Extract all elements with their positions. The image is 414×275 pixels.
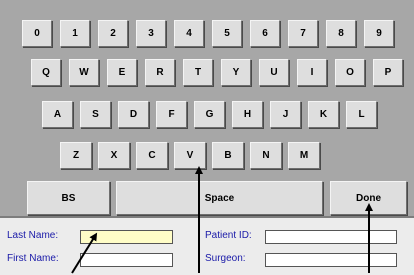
key-y[interactable]: Y — [221, 59, 251, 86]
surgeon-label: Surgeon: — [205, 253, 246, 264]
key-e[interactable]: E — [107, 59, 137, 86]
key-f[interactable]: F — [156, 101, 187, 128]
key-h[interactable]: H — [232, 101, 263, 128]
patient-form: Last Name: First Name: Patient ID: Surge… — [0, 216, 414, 275]
key-6[interactable]: 6 — [250, 20, 280, 47]
first-name-label: First Name: — [7, 253, 59, 264]
key-t[interactable]: T — [183, 59, 213, 86]
key-0[interactable]: 0 — [22, 20, 52, 47]
key-k[interactable]: K — [308, 101, 339, 128]
key-d[interactable]: D — [118, 101, 149, 128]
key-s[interactable]: S — [80, 101, 111, 128]
key-u[interactable]: U — [259, 59, 289, 86]
key-p[interactable]: P — [373, 59, 403, 86]
last-name-label: Last Name: — [7, 230, 59, 241]
key-8[interactable]: 8 — [326, 20, 356, 47]
key-4[interactable]: 4 — [174, 20, 204, 47]
key-5[interactable]: 5 — [212, 20, 242, 47]
surgeon-field[interactable] — [265, 253, 397, 267]
patient-id-field[interactable] — [265, 230, 397, 244]
key-i[interactable]: I — [297, 59, 327, 86]
key-l[interactable]: L — [346, 101, 377, 128]
key-7[interactable]: 7 — [288, 20, 318, 47]
key-j[interactable]: J — [270, 101, 301, 128]
key-b[interactable]: B — [212, 142, 244, 169]
backspace-button[interactable]: BS — [27, 181, 110, 215]
key-r[interactable]: R — [145, 59, 175, 86]
first-name-field[interactable] — [80, 253, 173, 267]
key-c[interactable]: C — [136, 142, 168, 169]
key-3[interactable]: 3 — [136, 20, 166, 47]
key-2[interactable]: 2 — [98, 20, 128, 47]
key-a[interactable]: A — [42, 101, 73, 128]
key-1[interactable]: 1 — [60, 20, 90, 47]
patient-id-label: Patient ID: — [205, 230, 252, 241]
key-z[interactable]: Z — [60, 142, 92, 169]
key-m[interactable]: M — [288, 142, 320, 169]
last-name-field[interactable] — [80, 230, 173, 244]
key-o[interactable]: O — [335, 59, 365, 86]
space-bar[interactable]: Space — [116, 181, 323, 215]
key-v[interactable]: V — [174, 142, 206, 169]
key-n[interactable]: N — [250, 142, 282, 169]
key-q[interactable]: Q — [31, 59, 61, 86]
key-g[interactable]: G — [194, 101, 225, 128]
key-x[interactable]: X — [98, 142, 130, 169]
on-screen-keyboard: 0 1 2 3 4 5 6 7 8 9 Q W E R T Y U I O P … — [0, 0, 414, 216]
key-w[interactable]: W — [69, 59, 99, 86]
done-button[interactable]: Done — [330, 181, 407, 215]
key-9[interactable]: 9 — [364, 20, 394, 47]
